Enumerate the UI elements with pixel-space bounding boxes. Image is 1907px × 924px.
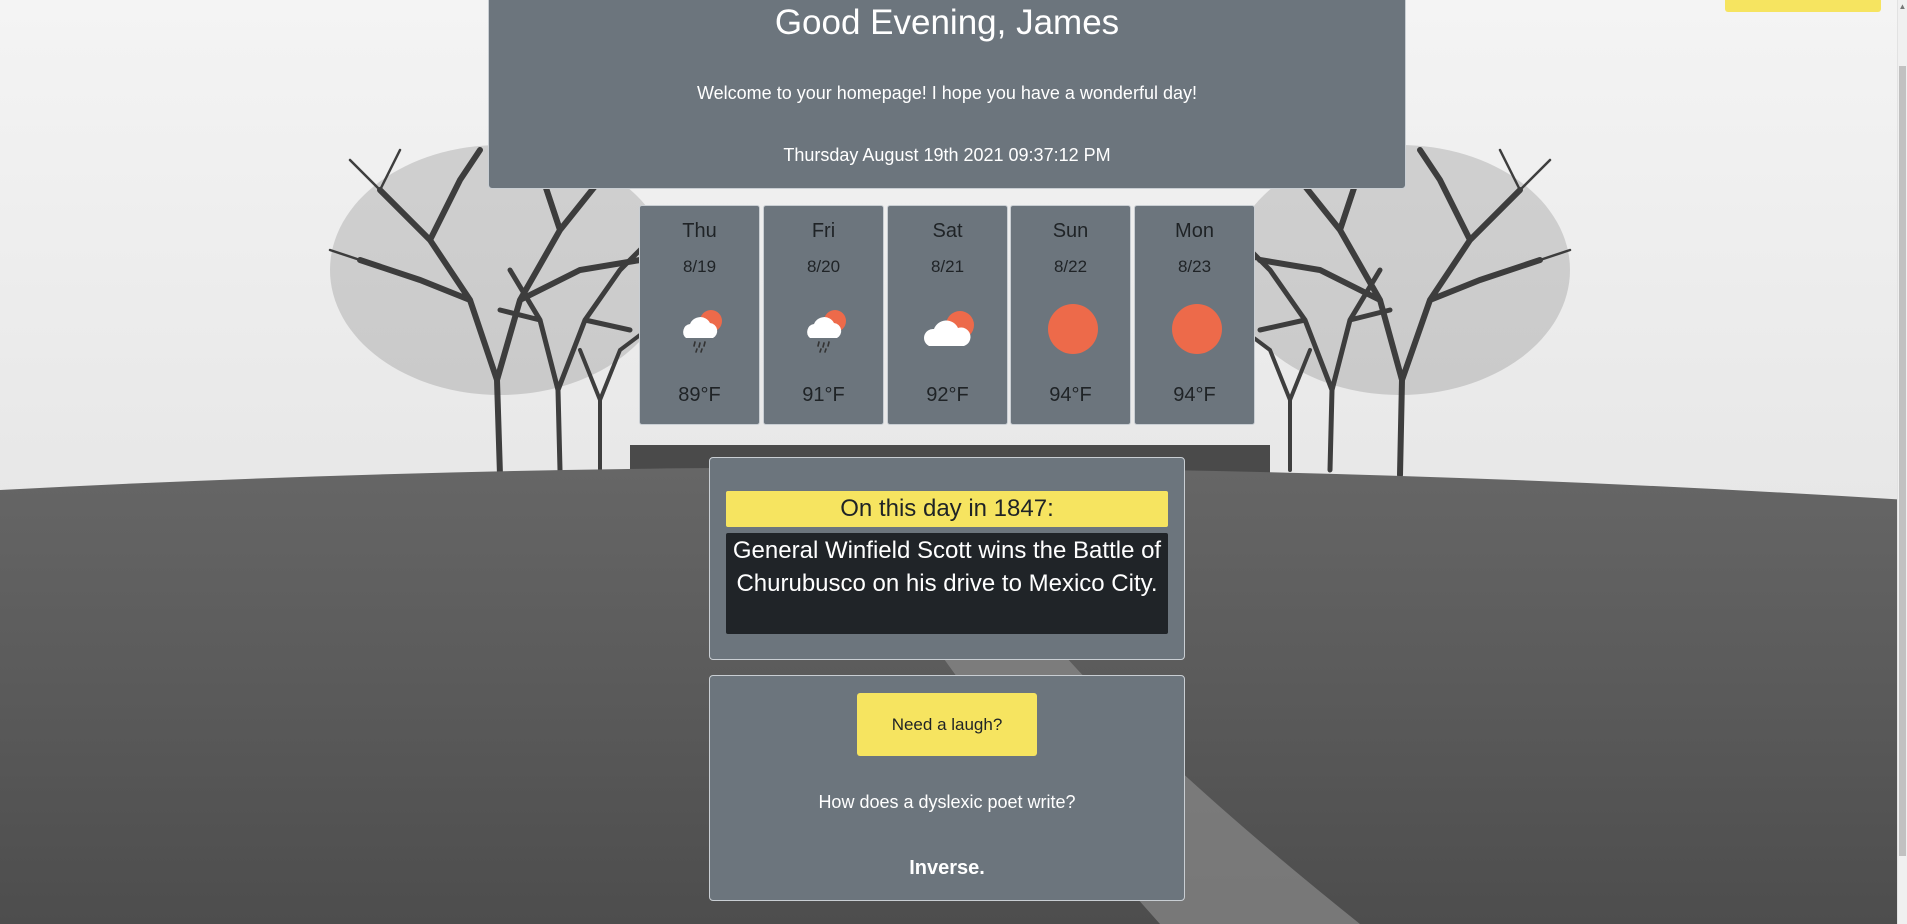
- on-this-day-event: General Winfield Scott wins the Battle o…: [726, 533, 1168, 634]
- need-a-laugh-button[interactable]: Need a laugh?: [857, 693, 1037, 756]
- forecast-date: 8/23: [1177, 257, 1212, 276]
- forecast-temperature: 94°F: [1173, 384, 1216, 406]
- scrollbar-thumb[interactable]: [1899, 66, 1906, 856]
- forecast-temperature: 89°F: [678, 384, 721, 406]
- forecast-day-name: Sat: [932, 220, 963, 242]
- sun-icon: [1046, 302, 1100, 356]
- forecast-day-name: Mon: [1175, 220, 1214, 242]
- joke-question: How does a dyslexic poet write?: [818, 792, 1076, 812]
- cloud-sun-icon: [923, 302, 977, 356]
- scroll-up-arrow-icon[interactable]: ▲: [1898, 0, 1907, 14]
- forecast-date: 8/21: [930, 257, 965, 276]
- forecast-day-name: Sun: [1052, 220, 1089, 242]
- forecast-date: 8/22: [1053, 257, 1088, 276]
- forecast-date: 8/20: [806, 257, 841, 276]
- forecast-day-card: Sun 8/22 94°F: [1010, 205, 1131, 425]
- forecast-temperature: 91°F: [802, 384, 845, 406]
- top-right-tab[interactable]: [1725, 0, 1881, 12]
- forecast-day-card: Mon 8/23 94°F: [1134, 205, 1255, 425]
- forecast-temperature: 94°F: [1049, 384, 1092, 406]
- forecast-day-name: Fri: [811, 220, 836, 242]
- cloud-sun-rain-icon: [799, 302, 853, 356]
- sun-icon: [1170, 302, 1224, 356]
- joke-answer: Inverse.: [909, 857, 985, 879]
- vertical-scrollbar[interactable]: ▲: [1897, 0, 1907, 924]
- forecast-day-card: Thu 8/19 89°F: [639, 205, 760, 425]
- joke-panel: Need a laugh? How does a dyslexic poet w…: [709, 675, 1185, 901]
- current-datetime: Thursday August 19th 2021 09:37:12 PM: [783, 145, 1111, 165]
- forecast-temperature: 92°F: [926, 384, 969, 406]
- forecast-day-card: Fri 8/20 91°F: [763, 205, 884, 425]
- on-this-day-panel: On this day in 1847: General Winfield Sc…: [709, 457, 1185, 660]
- forecast-date: 8/19: [682, 257, 717, 276]
- welcome-message: Welcome to your homepage! I hope you hav…: [697, 83, 1197, 103]
- greeting-panel: Good Evening, James Welcome to your home…: [488, 0, 1406, 189]
- forecast-day-name: Thu: [682, 220, 717, 242]
- forecast-day-card: Sat 8/21 92°F: [887, 205, 1008, 425]
- weather-forecast: Thu 8/19 89°F Fri 8/20 91°F Sat 8/21 92°…: [639, 205, 1255, 425]
- on-this-day-heading: On this day in 1847:: [726, 491, 1168, 527]
- cloud-sun-rain-icon: [675, 302, 729, 356]
- greeting-title: Good Evening, James: [774, 3, 1120, 42]
